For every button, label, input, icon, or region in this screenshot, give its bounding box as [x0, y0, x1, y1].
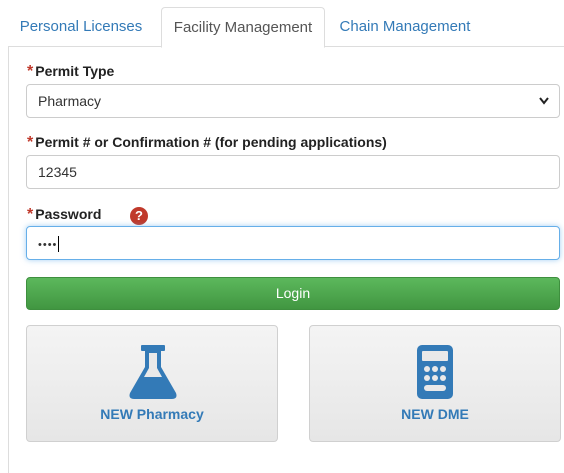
- permit-number-label: * Permit # or Confirmation # (for pending…: [27, 134, 387, 152]
- help-icon[interactable]: ?: [130, 207, 148, 225]
- required-marker: *: [27, 134, 34, 151]
- password-input[interactable]: ••••: [26, 226, 560, 260]
- tab-bar: Personal Licenses Facility Management Ch…: [8, 0, 564, 48]
- required-marker: *: [27, 206, 34, 223]
- permit-type-label-text: Permit Type: [35, 63, 115, 79]
- new-pharmacy-label: NEW Pharmacy: [100, 406, 204, 422]
- password-label: * Password: [27, 206, 101, 224]
- permit-type-select[interactable]: Pharmacy: [26, 84, 560, 118]
- required-marker: *: [27, 63, 34, 80]
- new-dme-button[interactable]: NEW DME: [309, 325, 561, 442]
- password-value: ••••: [38, 239, 58, 251]
- tab-chain-management[interactable]: Chain Management: [330, 7, 480, 47]
- panel-left-border: [8, 47, 9, 473]
- permit-number-value: 12345: [38, 164, 77, 180]
- chevron-down-icon: [538, 85, 550, 129]
- login-button[interactable]: Login: [26, 277, 560, 310]
- flask-icon: [128, 343, 178, 406]
- tab-personal-licenses[interactable]: Personal Licenses: [8, 7, 154, 47]
- calculator-icon: [417, 345, 453, 404]
- permit-number-input[interactable]: 12345: [26, 155, 560, 189]
- permit-number-label-text: Permit # or Confirmation # (for pending …: [35, 134, 387, 150]
- new-dme-label: NEW DME: [401, 406, 469, 422]
- permit-type-value: Pharmacy: [38, 93, 102, 109]
- text-caret: [58, 236, 60, 253]
- new-pharmacy-button[interactable]: NEW Pharmacy: [26, 325, 278, 442]
- password-label-text: Password: [35, 206, 102, 222]
- tab-facility-management[interactable]: Facility Management: [161, 7, 325, 48]
- permit-type-label: * Permit Type: [27, 63, 114, 81]
